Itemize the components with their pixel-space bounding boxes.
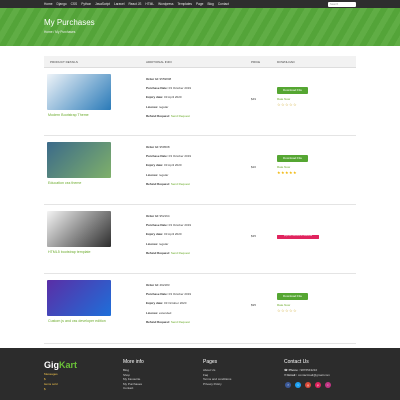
nav-link[interactable]: HTML [145, 2, 154, 6]
star-rating[interactable]: ☆☆☆☆☆ [277, 102, 297, 107]
page-title: My Purchases [44, 18, 95, 27]
nav-link[interactable]: Page [196, 2, 203, 6]
product-thumbnail[interactable] [47, 142, 111, 178]
expiry-date: Expiry date: 03 April 2020 [146, 95, 182, 100]
breadcrumb[interactable]: Home / My Purchases [44, 30, 75, 34]
nav-links: Home Django CSS Python JavaScript Laravel Reac… [44, 2, 328, 6]
refund-request: Refund Request: Send Request [146, 250, 190, 255]
price-value: $49 [251, 97, 257, 101]
expiry-date: Expiry date: 03 October 2020 [146, 301, 187, 306]
additional-info: Order Id: 952164 Purchase Date: 03 Octobe… [146, 214, 191, 260]
purchase-date: Purchase Date: 03 October 2019 [146, 154, 192, 159]
licence-type: Licence: regular [146, 104, 169, 109]
product-name-link[interactable]: HTML5 bootstrap template [48, 250, 91, 254]
nav-link[interactable]: Contact [218, 2, 229, 6]
price-value: $20 [251, 165, 257, 169]
additional-info: Order Id: 492183 Purchase Date: 03 Octobe… [146, 283, 191, 329]
nav-link[interactable]: CSS [71, 2, 78, 6]
footer-pages: Pages About Us Faq Terms and conditions Pri… [203, 359, 232, 387]
rate-now-link[interactable]: Rate Now [277, 165, 290, 169]
footer: GigKart Messages $ items sold $ More info B… [0, 348, 400, 400]
header-download: DOWNLOAD [277, 59, 295, 64]
order-id: Order Id: 959508 [146, 145, 170, 149]
nav-link[interactable]: Django [57, 2, 67, 6]
send-request-link[interactable]: Send Request [171, 182, 190, 186]
rate-now-link[interactable]: Rate Now [277, 303, 290, 307]
rate-now-link[interactable]: Rate Now [277, 97, 290, 101]
additional-info: Order Id: 9559808 Purchase Date: 03 Octob… [146, 77, 191, 123]
download-file-button[interactable]: Download File [277, 155, 308, 162]
licence-type: Licence: regular [146, 172, 169, 177]
star-rating[interactable]: ★★★★★ [277, 170, 297, 175]
pinterest-icon[interactable]: p [315, 382, 321, 388]
header-product: PRODUCT DETAILS [50, 59, 78, 64]
facebook-icon[interactable]: f [285, 382, 291, 388]
twitter-icon[interactable]: t [295, 382, 301, 388]
header-price: PRICE [251, 59, 261, 64]
table-row: Custom js and css developer edition Order… [44, 274, 356, 344]
nav-link[interactable]: Python [81, 2, 91, 6]
download-file-button[interactable]: Download File [277, 293, 308, 300]
footer-link[interactable]: Privacy Policy [203, 382, 231, 387]
order-id: Order Id: 9559808 [146, 77, 172, 81]
phone-icon: ☎ [284, 368, 288, 372]
licence-type: Licence: extended [146, 310, 172, 315]
instagram-icon[interactable]: i [325, 382, 331, 388]
product-name-link[interactable]: Education css theme [48, 181, 81, 185]
product-thumbnail[interactable] [47, 280, 111, 316]
table-row: HTML5 bootstrap template Order Id: 952164… [44, 205, 356, 274]
product-thumbnail[interactable] [47, 74, 111, 110]
send-request-link[interactable]: Send Request [171, 320, 190, 324]
top-navbar: Home Django CSS Python JavaScript Laravel Reac… [0, 0, 400, 8]
licence-type: Licence: regular [146, 241, 169, 246]
order-id: Order Id: 492183 [146, 283, 170, 287]
table-header: PRODUCT DETAILS ADDITIONAL INFO PRICE DO… [44, 56, 356, 68]
refund-request: Refund Request: Send Request [146, 113, 190, 118]
product-thumbnail[interactable] [47, 211, 111, 247]
footer-contact: Contact Us ☎ Phone : 9876543210 ✉ Email … [284, 359, 330, 377]
nav-link[interactable]: Templates [177, 2, 192, 6]
product-name-link[interactable]: Custom js and css developer edition [48, 319, 106, 323]
nav-link[interactable]: JavaScript [95, 2, 110, 6]
page-banner: My Purchases Home / My Purchases [0, 8, 400, 46]
table-row: Modern Bootstrap Theme Order Id: 9559808 P… [44, 68, 356, 136]
additional-info: Order Id: 959508 Purchase Date: 03 Octobe… [146, 145, 191, 191]
order-id: Order Id: 952164 [146, 214, 170, 218]
nav-link[interactable]: Laravel [114, 2, 124, 6]
price-value: $95 [251, 303, 257, 307]
contact-email[interactable]: ✉ Email : contactmail@gmail.com [284, 373, 330, 378]
footer-link[interactable]: Contact [123, 386, 144, 391]
purchase-date: Purchase Date: 03 October 2019 [146, 292, 192, 297]
price-value: $35 [251, 234, 257, 238]
footer-stats: Messages $ items sold $ [44, 372, 58, 392]
purchase-date: Purchase Date: 03 October 2019 [146, 223, 192, 228]
payment-status-badge: payment released for undefined [277, 235, 319, 239]
nav-link[interactable]: React JS [128, 2, 141, 6]
download-file-button[interactable]: Download File [277, 87, 308, 94]
social-links: ftgpi [285, 382, 331, 388]
footer-more-info: More info Blog Shop My Favourite My Purchas… [123, 359, 144, 391]
refund-request: Refund Request: Send Request [146, 181, 190, 186]
footer-stat: $ [44, 387, 46, 391]
footer-stat: Messages [44, 372, 58, 376]
purchase-date: Purchase Date: 03 October 2019 [146, 86, 192, 91]
product-name-link[interactable]: Modern Bootstrap Theme [48, 113, 89, 117]
send-request-link[interactable]: Send Request [171, 114, 190, 118]
footer-brand[interactable]: GigKart [44, 360, 77, 370]
header-info: ADDITIONAL INFO [146, 59, 172, 64]
refund-request: Refund Request: Send Request [146, 319, 190, 324]
footer-stat: items sold [44, 382, 58, 386]
nav-link[interactable]: Wordpress [158, 2, 173, 6]
table-row: Education css theme Order Id: 959508 Purch… [44, 136, 356, 205]
expiry-date: Expiry date: 03 April 2020 [146, 163, 182, 168]
search-input[interactable]: Search [328, 1, 356, 7]
send-request-link[interactable]: Send Request [171, 251, 190, 255]
nav-link[interactable]: Home [44, 2, 53, 6]
nav-link[interactable]: Blog [207, 2, 213, 6]
star-rating[interactable]: ☆☆☆☆☆ [277, 308, 297, 313]
google-plus-icon[interactable]: g [305, 382, 311, 388]
expiry-date: Expiry date: 03 April 2020 [146, 232, 182, 237]
purchases-table: PRODUCT DETAILS ADDITIONAL INFO PRICE DO… [44, 56, 356, 344]
